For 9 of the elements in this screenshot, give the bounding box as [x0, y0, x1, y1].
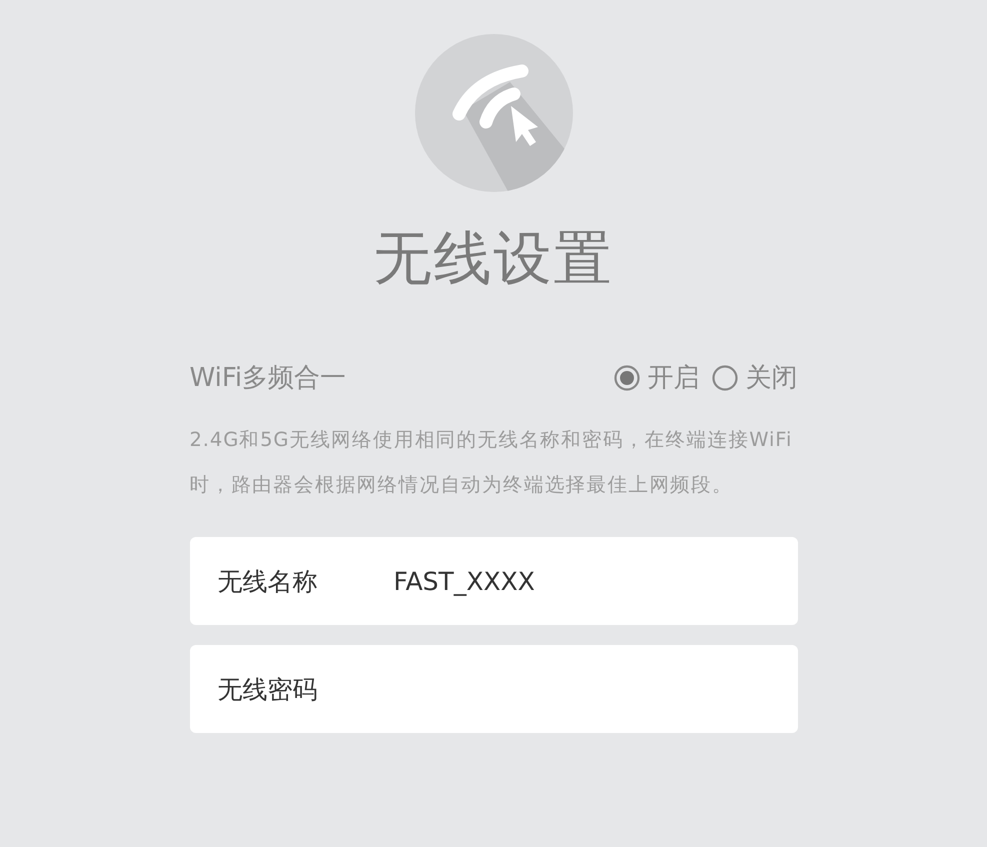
wifi-cursor-icon — [414, 34, 572, 192]
field-label: 无线密码 — [218, 674, 318, 706]
page-title: 无线设置 — [374, 223, 614, 294]
field-label: 无线名称 — [218, 566, 318, 598]
radio-option[interactable]: 关闭 — [712, 360, 798, 395]
input-field[interactable]: FAST_XXXX — [392, 566, 770, 596]
setting-label: WiFi多频合一 — [190, 362, 346, 395]
description-text: 2.4G和5G无线网络使用相同的无线名称和密码，在终端连接WiFi时，路由器会根据网络情况自动为终端选择最佳上网频段。 — [190, 427, 794, 498]
radio-option[interactable]: 开启 — [614, 360, 700, 395]
